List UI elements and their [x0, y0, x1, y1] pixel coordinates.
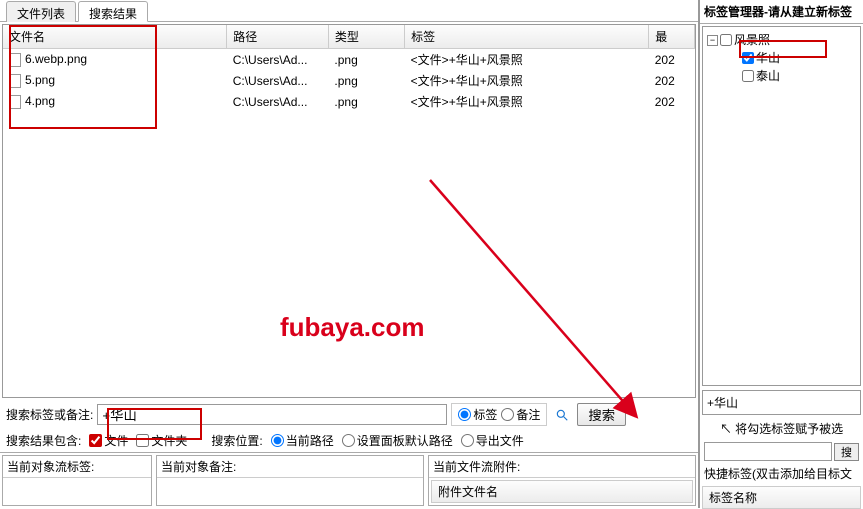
search-input[interactable] [97, 404, 447, 425]
col-header-tags[interactable]: 标签 [405, 25, 649, 49]
tree-label[interactable]: 泰山 [756, 67, 780, 85]
panel-file-attach-title: 当前文件流附件: [429, 456, 695, 478]
search-icon-button[interactable] [551, 405, 573, 425]
tab-file-list[interactable]: 文件列表 [6, 1, 76, 22]
attach-col-header[interactable]: 附件文件名 [431, 480, 693, 503]
tree-label[interactable]: 华山 [756, 49, 780, 67]
cell-date: 202 [649, 49, 695, 71]
file-table: 文件名 路径 类型 标签 最 6.webp.png C:\Users\Ad....… [3, 25, 695, 112]
file-icon [9, 53, 21, 67]
radio-export[interactable] [461, 434, 474, 447]
search-mode-group: 标签 备注 [451, 403, 547, 426]
radio-note[interactable] [501, 408, 514, 421]
radio-default-path[interactable] [342, 434, 355, 447]
file-table-wrap: 文件名 路径 类型 标签 最 6.webp.png C:\Users\Ad....… [2, 24, 696, 398]
tag-tree: − 风景照 华山泰山 [702, 26, 861, 386]
tree-check[interactable] [742, 52, 754, 64]
file-icon [9, 74, 21, 88]
chk-folder-label: 文件夹 [151, 432, 187, 449]
right-search-input[interactable] [704, 442, 832, 461]
col-header-path[interactable]: 路径 [227, 25, 329, 49]
filter-location-label: 搜索位置: [211, 432, 262, 449]
tag-manager-title: 标签管理器-请从建立新标签 [700, 0, 863, 24]
radio-current-path-label: 当前路径 [286, 432, 334, 449]
tree-node[interactable]: 华山 [729, 49, 856, 67]
right-search-btn[interactable]: 搜 [834, 443, 859, 461]
cell-type: .png [328, 49, 404, 71]
radio-default-path-label: 设置面板默认路径 [357, 432, 453, 449]
radio-current-path[interactable] [271, 434, 284, 447]
selected-tag-display: +华山 [702, 390, 861, 415]
cell-tags: <文件>+华山+风景照 [405, 91, 649, 112]
cell-name: 6.webp.png [25, 52, 87, 66]
cell-path: C:\Users\Ad... [227, 70, 329, 91]
table-row[interactable]: 5.png C:\Users\Ad....png<文件>+华山+风景照202 [3, 70, 695, 91]
panel-obj-note-title: 当前对象备注: [157, 456, 423, 478]
radio-note-label: 备注 [516, 406, 540, 423]
radio-export-label: 导出文件 [476, 432, 524, 449]
cell-tags: <文件>+华山+风景照 [405, 49, 649, 71]
cell-path: C:\Users\Ad... [227, 91, 329, 112]
tree-toggle-root[interactable]: − [707, 35, 718, 46]
cell-tags: <文件>+华山+风景照 [405, 70, 649, 91]
assign-tags-title: ↖ 将勾选标签赋予被选 [700, 417, 863, 440]
file-icon [9, 95, 21, 109]
panel-file-attach: 当前文件流附件: 附件文件名 [428, 455, 696, 506]
cell-type: .png [328, 70, 404, 91]
cell-name: 4.png [25, 94, 55, 108]
cell-name: 5.png [25, 73, 55, 87]
panel-obj-note: 当前对象备注: [156, 455, 424, 506]
tree-check[interactable] [742, 70, 754, 82]
table-row[interactable]: 6.webp.png C:\Users\Ad....png<文件>+华山+风景照2… [3, 49, 695, 71]
filter-contains-label: 搜索结果包含: [6, 432, 81, 449]
cell-path: C:\Users\Ad... [227, 49, 329, 71]
col-header-type[interactable]: 类型 [328, 25, 404, 49]
panel-obj-tags: 当前对象流标签: [2, 455, 152, 506]
panel-obj-tags-title: 当前对象流标签: [3, 456, 151, 478]
table-row[interactable]: 4.png C:\Users\Ad....png<文件>+华山+风景照202 [3, 91, 695, 112]
cell-date: 202 [649, 70, 695, 91]
radio-tag-label: 标签 [473, 406, 497, 423]
tab-search-results[interactable]: 搜索结果 [78, 1, 148, 22]
chk-folder[interactable] [136, 434, 149, 447]
quick-tag-label: 快捷标签(双击添加给目标文 [700, 463, 863, 484]
tree-node[interactable]: 泰山 [729, 67, 856, 85]
search-label: 搜索标签或备注: [6, 406, 93, 423]
col-header-name[interactable]: 文件名 [3, 25, 227, 49]
tab-bar: 文件列表 搜索结果 [0, 0, 698, 22]
chk-file[interactable] [89, 434, 102, 447]
cell-type: .png [328, 91, 404, 112]
search-button[interactable]: 搜索 [577, 403, 626, 426]
tag-name-header[interactable]: 标签名称 [702, 486, 861, 509]
tree-check-root[interactable] [720, 34, 732, 46]
search-icon [555, 408, 569, 422]
col-header-date[interactable]: 最 [649, 25, 695, 49]
radio-tag[interactable] [458, 408, 471, 421]
chk-file-label: 文件 [104, 432, 128, 449]
tree-label-root[interactable]: 风景照 [734, 31, 770, 49]
cell-date: 202 [649, 91, 695, 112]
